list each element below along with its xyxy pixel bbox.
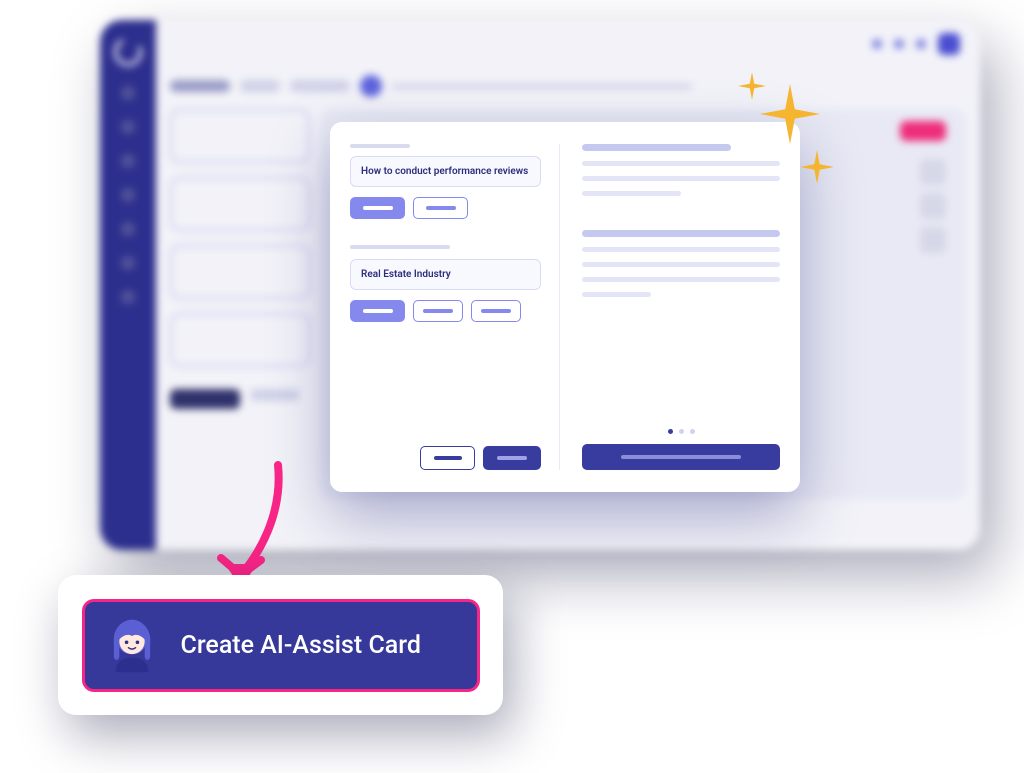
topbar-dot (872, 39, 882, 49)
preview-heading (582, 144, 731, 151)
placeholder-bar (250, 389, 300, 401)
sidebar-nav-dot (121, 120, 135, 134)
suggestion-pills (350, 197, 541, 219)
preview-line (582, 191, 681, 196)
suggestion-pill[interactable] (471, 300, 521, 322)
preview-line (582, 262, 780, 267)
preview-text-block (582, 144, 780, 297)
ai-assist-modal: How to conduct performance reviews Real … (330, 122, 800, 492)
accent-badge (900, 121, 946, 141)
dot-active (668, 429, 673, 434)
suggestion-pill[interactable] (413, 300, 463, 322)
sidebar-nav-dot (121, 188, 135, 202)
placeholder-bar (392, 84, 692, 89)
field-label-placeholder (350, 144, 410, 148)
placeholder-box (920, 193, 946, 219)
placeholder-box (920, 159, 946, 185)
placeholder-card (170, 313, 310, 367)
suggestion-pill-selected[interactable] (350, 300, 405, 322)
suggestion-pills (350, 300, 541, 322)
topbar-dot (916, 39, 926, 49)
topic-input[interactable]: How to conduct performance reviews (350, 156, 541, 187)
preview-line (582, 161, 780, 166)
step-indicator-dot (360, 75, 382, 97)
preview-line (582, 176, 780, 181)
ai-avatar-icon (103, 616, 161, 674)
pagination-dots[interactable] (582, 429, 780, 434)
sparkle-icon (800, 150, 834, 184)
modal-preview-panel (560, 144, 780, 470)
context-input[interactable]: Real Estate Industry (350, 259, 541, 290)
secondary-button[interactable] (420, 446, 475, 470)
sidebar-nav-dot (121, 222, 135, 236)
modal-footer-left (350, 446, 541, 470)
field-label-placeholder (350, 245, 450, 249)
app-sidebar (100, 20, 156, 550)
topbar-dot (894, 39, 904, 49)
suggestion-pill[interactable] (413, 197, 468, 219)
topbar-avatar (938, 33, 960, 55)
dot (679, 429, 684, 434)
app-left-column (170, 109, 310, 499)
placeholder-box (920, 227, 946, 253)
app-topbar (156, 20, 980, 68)
placeholder-card (170, 177, 310, 231)
preview-line (582, 292, 651, 297)
placeholder-card (170, 245, 310, 299)
create-ai-assist-card-button[interactable]: Create AI-Assist Card (82, 599, 480, 692)
preview-heading (582, 230, 780, 237)
dot (690, 429, 695, 434)
placeholder-bar (240, 80, 280, 92)
callout-card: Create AI-Assist Card (58, 575, 503, 715)
placeholder-bar (170, 80, 230, 92)
sidebar-nav-dot (121, 256, 135, 270)
app-header (170, 75, 966, 97)
placeholder-button (170, 389, 240, 409)
sidebar-nav-dot (121, 154, 135, 168)
sidebar-nav-dot (121, 290, 135, 304)
app-logo (110, 34, 146, 70)
suggestion-pill-selected[interactable] (350, 197, 405, 219)
placeholder-bar (290, 80, 350, 92)
sparkle-icon (738, 72, 766, 100)
preview-line (582, 277, 780, 282)
promo-stage: How to conduct performance reviews Real … (0, 0, 1024, 773)
sparkle-icon (760, 84, 820, 144)
create-button-label: Create AI-Assist Card (181, 631, 421, 660)
placeholder-card (170, 109, 310, 163)
preview-line (582, 247, 780, 252)
preview-cta-button[interactable] (582, 444, 780, 470)
modal-left-panel: How to conduct performance reviews Real … (350, 144, 560, 470)
primary-button[interactable] (483, 446, 541, 470)
sidebar-nav-dot (121, 86, 135, 100)
